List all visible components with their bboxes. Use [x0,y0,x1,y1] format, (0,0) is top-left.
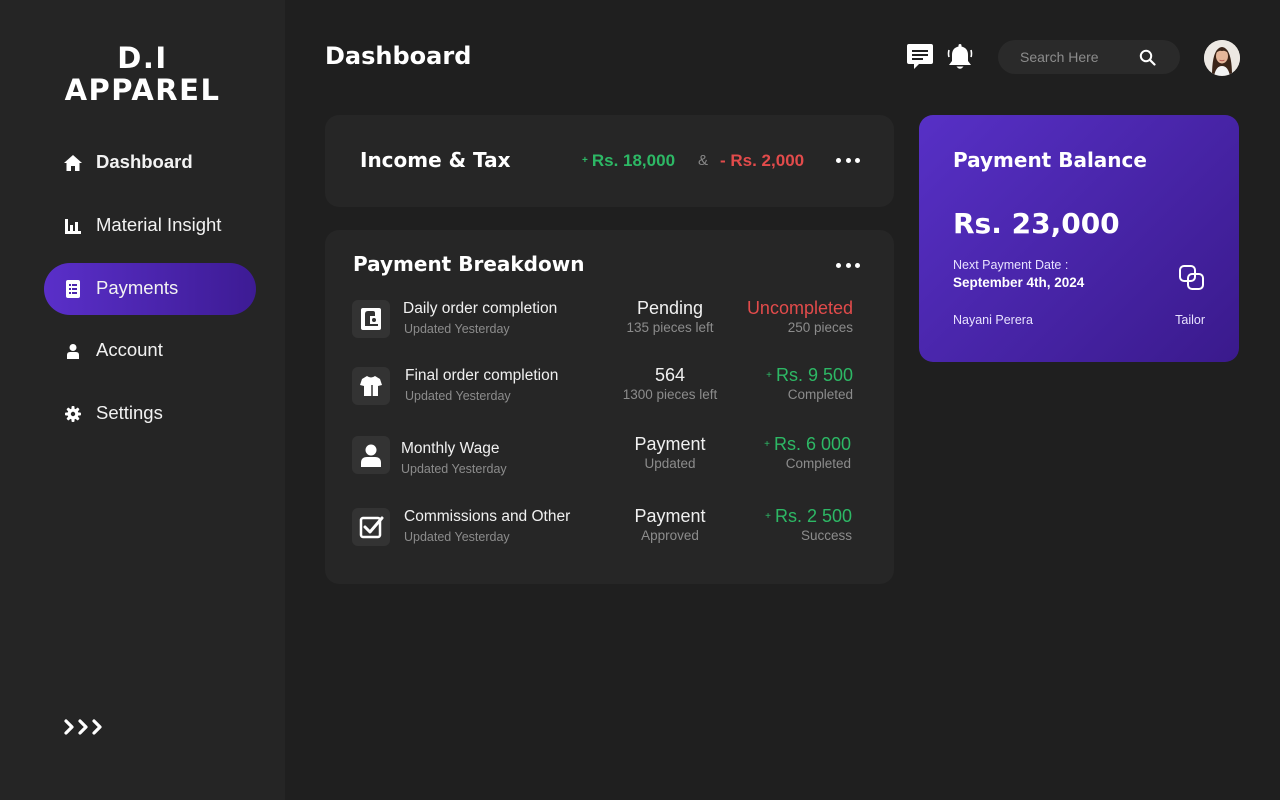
list-item[interactable]: Monthly Wage Updated Yesterday Payment U… [325,434,894,482]
row-status: Pending 135 pieces left [626,298,714,335]
tax-amount: - Rs. 2,000 [720,151,805,170]
row-title: Daily order completion [403,300,558,317]
row-title: Monthly Wage [401,440,500,457]
list-item[interactable]: Daily order completion Updated Yesterday… [325,298,894,346]
page-title: Dashboard [325,42,472,70]
row-result: + Rs. 6 000 Completed [764,434,851,471]
sidebar-item-payments[interactable]: Payments [44,263,256,315]
payment-balance-amount: Rs. 23,000 [953,207,1120,240]
brand-line-2: APPAREL [64,73,221,107]
sidebar: D.I APPAREL Dashboard Material Insight P… [0,0,285,800]
payment-breakdown-card: Payment Breakdown Daily order completion… [325,230,894,584]
sidebar-item-label: Material Insight [96,214,222,235]
bar-chart-icon [64,216,82,236]
more-options-icon[interactable] [836,261,860,269]
checkbox-icon [352,508,390,546]
search-input[interactable] [1020,47,1140,67]
list-item[interactable]: Commissions and Other Updated Yesterday … [325,506,894,554]
sidebar-item-settings[interactable]: Settings [44,388,256,440]
row-status: Payment Updated [634,434,706,471]
more-options-icon[interactable] [836,156,860,164]
brand-line-1: D.I [117,41,168,75]
chat-icon[interactable] [905,42,935,72]
tshirt-icon [352,367,390,405]
row-status: 564 1300 pieces left [622,365,718,402]
bell-icon[interactable] [945,42,975,72]
home-icon [64,153,82,173]
row-subtitle: Updated Yesterday [404,322,510,336]
sidebar-item-account[interactable]: Account [44,325,256,377]
avatar[interactable] [1204,40,1240,76]
row-result: + Rs. 9 500 Completed [766,365,853,402]
row-subtitle: Updated Yesterday [401,462,507,476]
row-result: Uncompleted 250 pieces [746,298,853,335]
row-result: + Rs. 2 500 Success [765,506,852,543]
brand-logo[interactable]: D.I APPAREL [0,42,285,106]
income-amount: + Rs. 18,000 [582,151,676,170]
user-icon [64,341,82,361]
sidebar-item-material-insight[interactable]: Material Insight [44,200,256,252]
list-item[interactable]: Final order completion Updated Yesterday… [325,365,894,413]
payment-balance-card: Payment Balance Rs. 23,000 Next Payment … [919,115,1239,362]
triple-chevron-right-icon[interactable] [63,716,111,738]
sidebar-item-dashboard[interactable]: Dashboard [44,137,256,189]
account-holder-name: Nayani Perera [953,313,1033,327]
search-bar [998,40,1180,74]
sidebar-item-label: Payments [96,277,179,298]
row-subtitle: Updated Yesterday [404,530,510,544]
sidebar-item-label: Dashboard [96,151,193,172]
next-payment-label: Next Payment Date : [953,258,1069,272]
copy-icon[interactable] [1178,264,1206,292]
row-status: Payment Approved [634,506,706,543]
gear-icon [64,404,82,424]
row-title: Commissions and Other [404,508,571,525]
income-separator: & [698,152,709,169]
row-title: Final order completion [405,367,559,384]
receipt-icon [64,279,82,299]
income-tax-card: Income & Tax + Rs. 18,000 & - Rs. 2,000 [325,115,894,207]
income-tax-title: Income & Tax [360,148,511,172]
sidebar-item-label: Account [96,339,163,360]
payment-balance-title: Payment Balance [953,148,1147,172]
sidebar-item-label: Settings [96,402,163,423]
row-subtitle: Updated Yesterday [405,389,511,403]
search-icon[interactable] [1139,49,1156,66]
payment-breakdown-title: Payment Breakdown [353,252,585,276]
account-holder-role: Tailor [1175,313,1205,327]
next-payment-date: September 4th, 2024 [953,275,1085,290]
person-icon [352,436,390,474]
sewing-machine-icon [352,300,390,338]
